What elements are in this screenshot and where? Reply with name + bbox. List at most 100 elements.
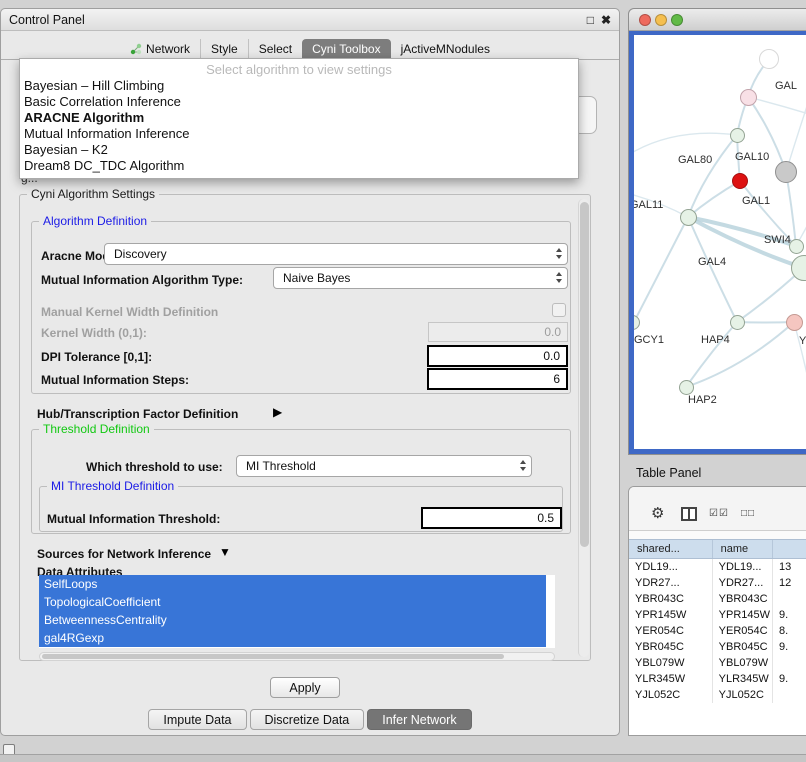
table-row[interactable]: YPR145W YPR145W 9. [629, 607, 806, 623]
tab-style[interactable]: Style [200, 39, 248, 59]
cell: 8. [773, 623, 806, 639]
node-label-hap4: HAP4 [701, 334, 730, 346]
network-node[interactable] [759, 49, 779, 69]
mi-threshold-label: Mutual Information Threshold: [47, 512, 220, 526]
gear-icon[interactable]: ⚙ [651, 506, 664, 522]
table-row[interactable]: YBL079W YBL079W [629, 655, 806, 671]
settings-vertical-scrollbar[interactable] [578, 199, 589, 657]
tab-infer-network-label: Infer Network [382, 713, 456, 727]
cell: YER054C [629, 623, 713, 639]
tab-network[interactable]: Network [120, 39, 200, 59]
attribute-item-selected[interactable]: BetweennessCentrality [39, 611, 546, 629]
network-window-frame: GAL GAL80 GAL10 GAL11 GAL1 SWI4 GAL4 GCY… [629, 31, 806, 454]
tab-jactivemnodules[interactable]: jActiveMNodules [391, 39, 500, 59]
network-node-swi4[interactable] [789, 239, 804, 254]
cell: YLR345W [629, 671, 713, 687]
cell: YDL19... [713, 559, 773, 575]
network-node[interactable] [740, 89, 757, 106]
network-node[interactable] [786, 314, 803, 331]
cyni-mode-tabs: Impute Data Discretize Data Infer Networ… [1, 709, 619, 730]
close-traffic-light-icon[interactable] [639, 14, 651, 26]
select-all-checks-icon[interactable]: ☑☑ [709, 508, 729, 519]
tab-select[interactable]: Select [248, 39, 302, 59]
algorithm-option[interactable]: Basic Correlation Inference [20, 94, 578, 110]
control-panel-titlebar: Control Panel □ ✖ [1, 9, 619, 31]
cell: YBL079W [713, 655, 773, 671]
tab-cyni-toolbox[interactable]: Cyni Toolbox [302, 39, 390, 59]
cell: 12 [773, 575, 806, 591]
kernel-width-label: Kernel Width (0,1): [41, 326, 147, 340]
kernel-width-value: 0.0 [544, 325, 561, 339]
dpi-tolerance-field[interactable]: 0.0 [427, 345, 568, 367]
float-window-icon[interactable]: □ [587, 14, 594, 26]
cell [773, 591, 806, 607]
data-attributes-list: SelfLoops TopologicalCoefficient Between… [39, 575, 555, 648]
cell: YBL079W [629, 655, 713, 671]
scrollbar-thumb[interactable] [580, 202, 589, 547]
cell: 9. [773, 607, 806, 623]
attributes-horizontal-scrollbar[interactable] [39, 652, 555, 661]
kernel-width-field[interactable]: 0.0 [428, 322, 568, 342]
zoom-traffic-light-icon[interactable] [671, 14, 683, 26]
table-header-row: shared... name [629, 539, 806, 559]
mi-threshold-field[interactable]: 0.5 [421, 507, 562, 529]
table-row[interactable]: YDR27... YDR27... 12 [629, 575, 806, 591]
collapse-down-icon[interactable]: ▼ [219, 545, 231, 559]
cell: YBR045C [629, 639, 713, 655]
node-label: GAL [775, 80, 797, 92]
column-header-name[interactable]: name [713, 540, 773, 558]
deselect-all-checks-icon[interactable]: □□ [741, 508, 755, 519]
cyni-algorithm-settings-title: Cyni Algorithm Settings [27, 187, 159, 201]
table-panel-window: ⚙ ☑☑ □□ shared... name YDL19... YDL19...… [628, 486, 806, 736]
algorithm-dropdown-popup: Select algorithm to view settings Bayesi… [19, 58, 579, 179]
attribute-item-selected[interactable]: gal4RGexp [39, 629, 546, 647]
algorithm-option[interactable]: Bayesian – K2 [20, 142, 578, 158]
columns-icon[interactable] [681, 507, 697, 521]
table-row[interactable]: YBR043C YBR043C [629, 591, 806, 607]
control-panel-tabs: Network Style Select Cyni Toolbox jActiv… [1, 39, 619, 60]
which-threshold-select[interactable]: MI Threshold [236, 455, 532, 477]
column-header-clipped[interactable] [773, 540, 806, 558]
close-icon[interactable]: ✖ [601, 14, 611, 26]
tab-infer-network[interactable]: Infer Network [367, 709, 471, 730]
mi-steps-value: 6 [553, 372, 560, 386]
algorithm-option[interactable]: Mutual Information Inference [20, 126, 578, 142]
mi-algorithm-type-select[interactable]: Naive Bayes [273, 267, 568, 289]
network-node-gal10[interactable] [732, 173, 748, 189]
combo-arrows-icon [556, 248, 562, 259]
expand-right-icon[interactable]: ▶ [273, 405, 282, 419]
tab-impute-data[interactable]: Impute Data [148, 709, 246, 730]
attribute-item-selected[interactable]: TopologicalCoefficient [39, 593, 546, 611]
apply-button[interactable]: Apply [270, 677, 340, 698]
table-row[interactable]: YLR345W YLR345W 9. [629, 671, 806, 687]
algorithm-option-selected[interactable]: ARACNE Algorithm [20, 110, 578, 126]
table-row[interactable]: YER054C YER054C 8. [629, 623, 806, 639]
column-header-shared[interactable]: shared... [629, 540, 713, 558]
cell: YBR043C [713, 591, 773, 607]
cell: YPR145W [713, 607, 773, 623]
scrollbar-thumb[interactable] [42, 654, 504, 659]
table-row[interactable]: YBR045C YBR045C 9. [629, 639, 806, 655]
attribute-item-selected[interactable]: SelfLoops [39, 575, 546, 593]
network-node[interactable] [730, 128, 745, 143]
tab-discretize-data[interactable]: Discretize Data [250, 709, 365, 730]
algorithm-option[interactable]: Bayesian – Hill Climbing [20, 78, 578, 94]
table-row[interactable]: YDL19... YDL19... 13 [629, 559, 806, 575]
manual-kernel-width-checkbox[interactable] [552, 303, 566, 317]
network-node-hap4[interactable] [730, 315, 745, 330]
algorithm-option[interactable]: Dream8 DC_TDC Algorithm [20, 158, 578, 174]
apply-button-label: Apply [289, 681, 320, 695]
cell: YJL052C [629, 687, 713, 703]
network-canvas[interactable]: GAL GAL80 GAL10 GAL11 GAL1 SWI4 GAL4 GCY… [634, 35, 806, 449]
network-node[interactable] [680, 209, 697, 226]
aracne-mode-select[interactable]: Discovery [104, 243, 568, 265]
combo-arrows-icon [556, 272, 562, 283]
mi-steps-label: Mutual Information Steps: [41, 373, 189, 387]
table-row[interactable]: YJL052C YJL052C [629, 687, 806, 703]
network-node[interactable] [775, 161, 797, 183]
network-node-hap2[interactable] [679, 380, 694, 395]
algorithm-definition-title: Algorithm Definition [39, 214, 151, 228]
node-label: Y [799, 335, 806, 347]
mi-steps-field[interactable]: 6 [427, 368, 568, 390]
minimize-traffic-light-icon[interactable] [655, 14, 667, 26]
